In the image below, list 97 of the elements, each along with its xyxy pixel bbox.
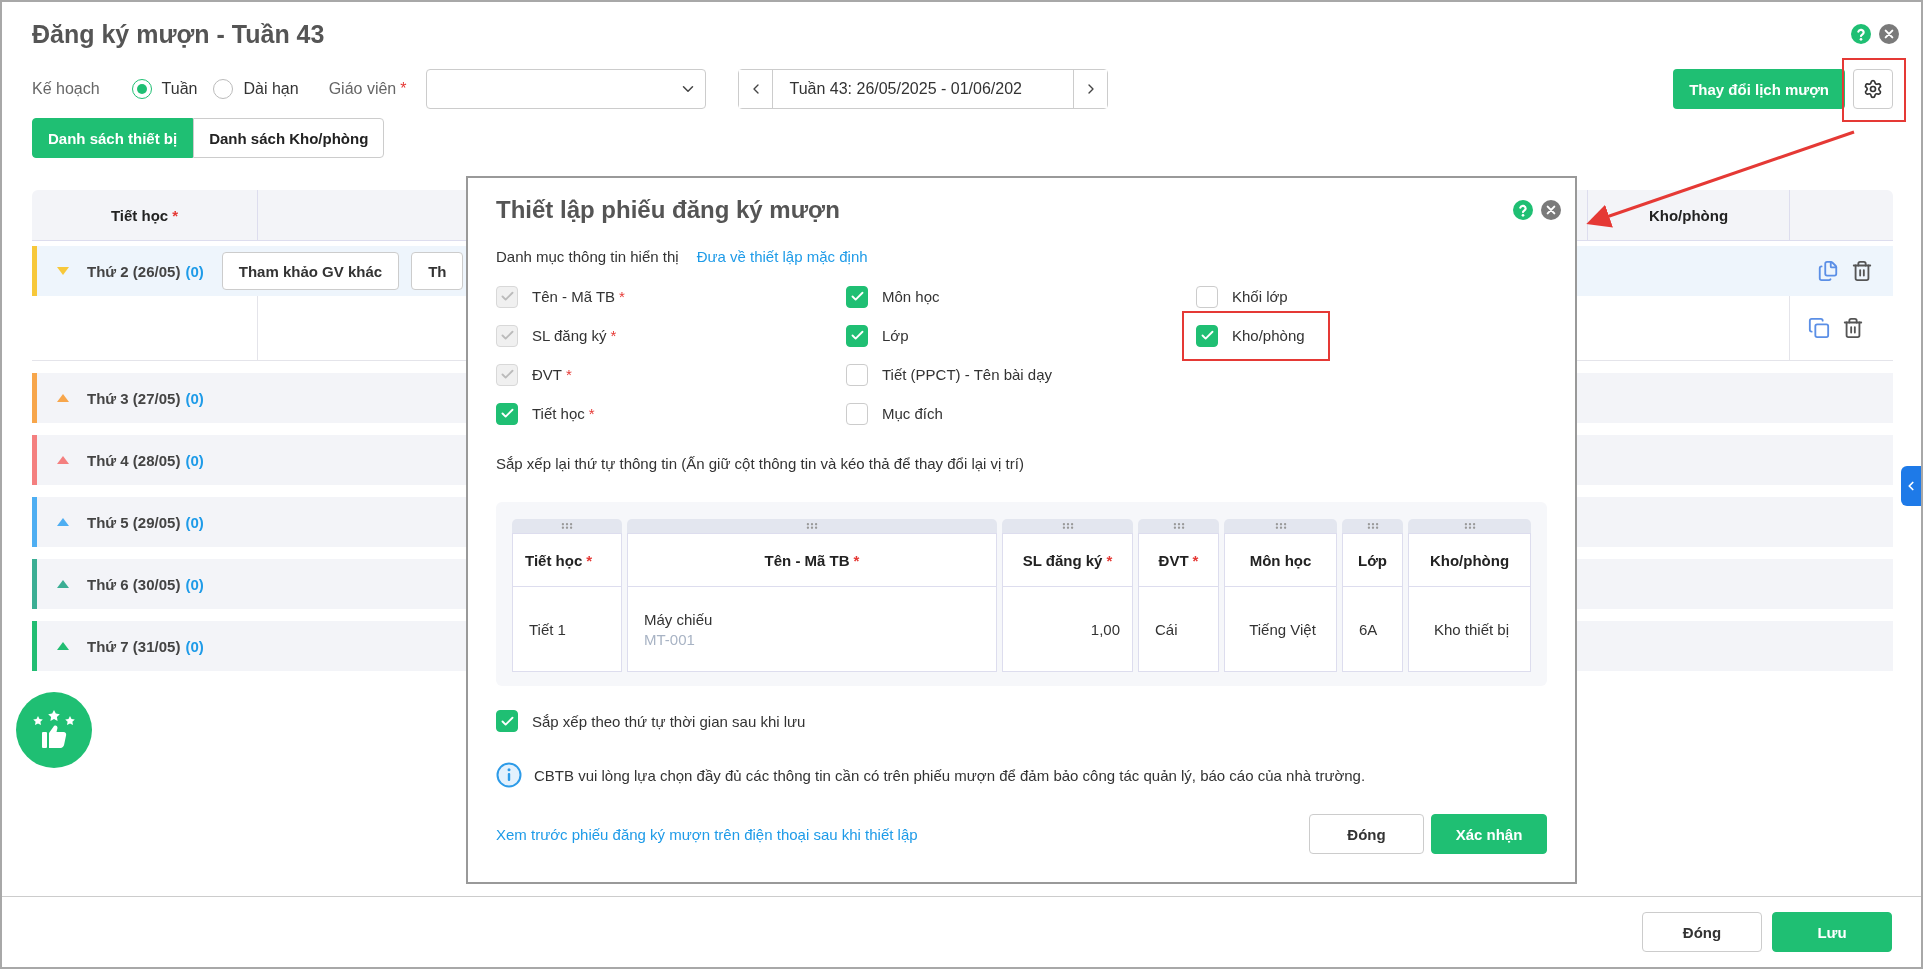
day-count: (0) bbox=[185, 262, 204, 280]
checkbox[interactable] bbox=[1196, 324, 1218, 347]
checkbox[interactable] bbox=[846, 402, 868, 425]
settings-icon bbox=[1863, 79, 1883, 99]
option-label: Tiết học * bbox=[532, 405, 595, 422]
preview-cell: 1,00 bbox=[1002, 587, 1133, 672]
close-button[interactable]: Đóng bbox=[1309, 814, 1424, 854]
checkbox[interactable] bbox=[496, 710, 518, 732]
tab[interactable]: Danh sách Kho/phòng bbox=[193, 118, 385, 158]
option-label: Môn học bbox=[882, 288, 940, 305]
preview-column-header[interactable]: ĐVT * bbox=[1138, 533, 1219, 587]
drag-handle[interactable] bbox=[1138, 519, 1219, 533]
day-count: (0) bbox=[185, 637, 204, 655]
help-icon[interactable] bbox=[1851, 24, 1871, 44]
drag-handle[interactable] bbox=[627, 519, 997, 533]
copy-icon[interactable] bbox=[1817, 260, 1839, 282]
preview-cell: Tiết 1 bbox=[512, 587, 622, 672]
radio-label: Dài hạn bbox=[243, 80, 299, 98]
drag-handle[interactable] bbox=[1002, 519, 1133, 533]
preview-cell: Tiếng Việt bbox=[1224, 587, 1337, 672]
check-icon bbox=[849, 328, 865, 343]
day-count: (0) bbox=[185, 389, 204, 407]
option-label: Kho/phòng bbox=[1232, 327, 1305, 344]
check-icon bbox=[499, 289, 515, 304]
caret-up-icon[interactable] bbox=[57, 518, 69, 526]
preview-column-header[interactable]: Môn học bbox=[1224, 533, 1337, 587]
radio-label: Tuần bbox=[161, 80, 198, 98]
preview-cell: Máy chiếu MT-001 bbox=[627, 587, 997, 672]
caret-down-icon[interactable] bbox=[57, 267, 69, 275]
trash-icon[interactable] bbox=[1851, 260, 1873, 282]
option-label: Mục đích bbox=[882, 405, 943, 422]
check-icon bbox=[849, 289, 865, 304]
copy-icon[interactable] bbox=[1808, 317, 1830, 339]
option-label: Sắp xếp theo thứ tự thời gian sau khi lưu bbox=[532, 712, 806, 730]
help-icon[interactable] bbox=[1513, 200, 1533, 220]
preview-column-header[interactable]: Tên - Mã TB * bbox=[627, 533, 997, 587]
close-icon[interactable] bbox=[1541, 200, 1561, 220]
highlight-frame bbox=[1842, 58, 1906, 122]
day-label: Thứ 6 (30/05) bbox=[87, 575, 181, 593]
preview-column-header[interactable]: Kho/phòng bbox=[1408, 533, 1531, 587]
caret-up-icon[interactable] bbox=[57, 456, 69, 464]
order-hint: Sắp xếp lại thứ tự thông tin (Ấn giữ cột thông tin và kéo thả để thay đổi lại vị trí) bbox=[496, 455, 1025, 472]
info-text: CBTB vui lòng lựa chọn đầy đủ các thông tin cần có trên phiếu mượn để đảm bảo công tác quản lý, báo cáo của nhà trường. bbox=[534, 766, 1366, 784]
checkbox[interactable] bbox=[496, 402, 518, 425]
page-title: Đăng ký mượn - Tuần 43 bbox=[32, 19, 325, 49]
preview-column-header[interactable]: Tiết học * bbox=[512, 533, 622, 587]
trash-icon[interactable] bbox=[1842, 317, 1864, 339]
preview-column-header[interactable]: SL đăng ký * bbox=[1002, 533, 1133, 587]
check-icon bbox=[499, 406, 515, 421]
caret-up-icon[interactable] bbox=[57, 642, 69, 650]
caret-up-icon[interactable] bbox=[57, 580, 69, 588]
side-panel-toggle[interactable] bbox=[1901, 466, 1921, 506]
option-label: Tiết (PPCT) - Tên bài dạy bbox=[882, 366, 1053, 383]
device-code: MT-001 bbox=[644, 630, 695, 648]
option-label: Lớp bbox=[882, 327, 909, 344]
check-icon bbox=[499, 328, 515, 343]
caret-up-icon[interactable] bbox=[57, 394, 69, 402]
teacher-select[interactable] bbox=[426, 69, 707, 109]
required-mark: * bbox=[172, 206, 179, 224]
checkbox[interactable] bbox=[1196, 285, 1218, 308]
close-icon[interactable] bbox=[1879, 24, 1899, 44]
row-button[interactable]: Tham khảo GV khác bbox=[221, 252, 400, 290]
teacher-label: Giáo viên * bbox=[328, 80, 407, 98]
check-icon bbox=[1199, 328, 1215, 343]
day-count: (0) bbox=[185, 451, 204, 469]
plan-label: Kế hoạch bbox=[32, 80, 100, 98]
day-count: (0) bbox=[185, 513, 204, 531]
drag-handle[interactable] bbox=[1224, 519, 1337, 533]
option-label: ĐVT * bbox=[532, 366, 572, 383]
option-label: Tên - Mã TB * bbox=[532, 288, 625, 305]
dialog-title: Thiết lập phiếu đăng ký mượn bbox=[496, 196, 840, 224]
option-label: Khối lớp bbox=[1232, 288, 1288, 305]
option-label: SL đăng ký * bbox=[532, 327, 617, 344]
day-label: Thứ 7 (31/05) bbox=[87, 637, 181, 655]
checkbox[interactable] bbox=[846, 285, 868, 308]
day-label: Thứ 3 (27/05) bbox=[87, 389, 181, 407]
info-icon bbox=[496, 762, 522, 788]
drag-handle[interactable] bbox=[512, 519, 622, 533]
checkbox[interactable] bbox=[846, 324, 868, 347]
day-label: Thứ 5 (29/05) bbox=[87, 513, 181, 531]
close-button[interactable]: Đóng bbox=[1642, 912, 1762, 952]
preview-cell: Kho thiết bị bbox=[1408, 587, 1531, 672]
settings-button[interactable] bbox=[1853, 69, 1893, 109]
preview-column-header[interactable]: Lớp bbox=[1342, 533, 1403, 587]
day-count: (0) bbox=[185, 575, 204, 593]
check-icon bbox=[499, 367, 515, 382]
column-header: Kho/phòng bbox=[1588, 190, 1790, 240]
column-header: Tiết học * bbox=[32, 190, 258, 240]
checkbox[interactable] bbox=[846, 363, 868, 386]
row-button[interactable]: Th bbox=[411, 252, 464, 290]
preview-cell: Cái bbox=[1138, 587, 1219, 672]
preview-cell: 6A bbox=[1342, 587, 1403, 672]
day-label: Thứ 4 (28/05) bbox=[87, 451, 181, 469]
drag-handle[interactable] bbox=[1408, 519, 1531, 533]
drag-handle[interactable] bbox=[1342, 519, 1403, 533]
day-label: Thứ 2 (26/05) bbox=[87, 262, 181, 280]
section-label: Danh mục thông tin hiển thị bbox=[496, 248, 679, 265]
